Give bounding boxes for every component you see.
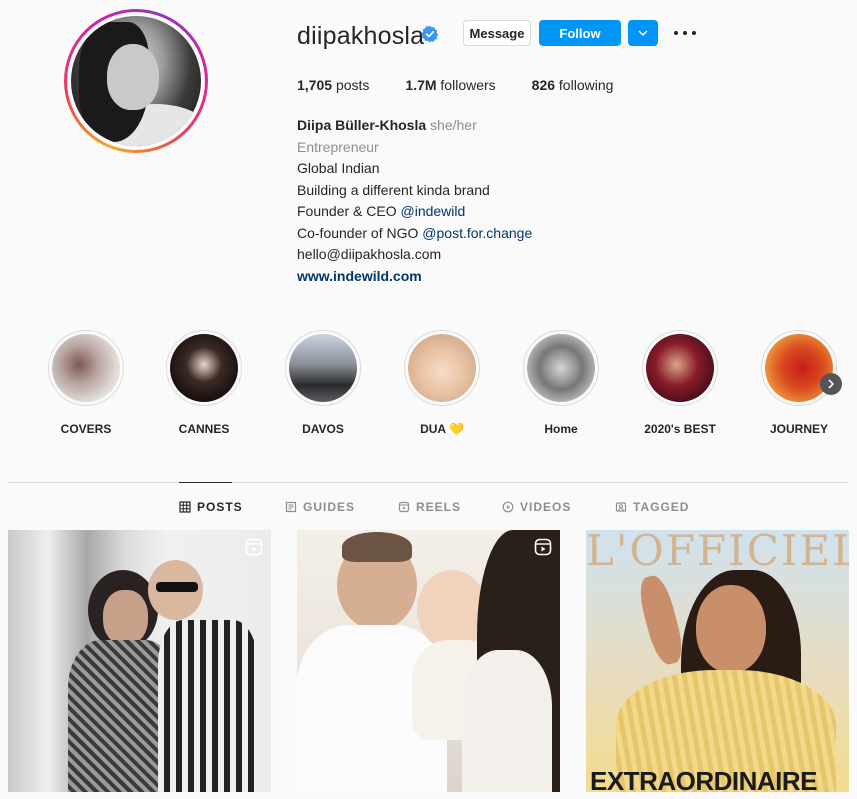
chevron-right-icon [828, 379, 835, 389]
stat-followers[interactable]: 1.7M followers [405, 77, 495, 93]
verified-badge-icon [421, 25, 439, 43]
profile-bio: Diipa Büller-Khosla she/her Entrepreneur… [297, 115, 532, 287]
highlights-next-button[interactable] [820, 373, 842, 395]
post-thumbnail[interactable]: L'OFFICIEL EXTRAORDINAIRE [586, 530, 849, 792]
highlight-label: CANNES [178, 422, 230, 436]
chevron-down-icon [638, 30, 648, 37]
mention-link[interactable]: @post.for.change [422, 225, 532, 241]
highlight-label: JOURNEY [769, 422, 828, 436]
tab-guides[interactable]: GUIDES [285, 500, 355, 514]
more-options-icon[interactable] [674, 20, 696, 46]
tab-tagged[interactable]: TAGGED [615, 500, 689, 514]
full-name: Diipa Büller-Khosla [297, 117, 427, 133]
grid-icon [179, 501, 191, 513]
highlight-item[interactable]: Home [516, 330, 606, 436]
highlight-label: DUA 💛 [420, 422, 464, 436]
follow-button[interactable]: Follow [539, 20, 621, 46]
tagged-icon [615, 502, 627, 512]
tabs-divider [8, 482, 849, 483]
tab-posts[interactable]: POSTS [179, 500, 243, 514]
cover-headline: EXTRAORDINAIRE [590, 766, 818, 792]
highlight-label: Home [544, 422, 578, 436]
post-thumbnail[interactable] [297, 530, 560, 792]
highlight-item[interactable]: COVERS [41, 330, 131, 436]
stat-following[interactable]: 826 following [532, 77, 614, 93]
post-thumbnail[interactable] [8, 530, 271, 792]
reel-icon [245, 538, 263, 556]
profile-stats: 1,705 posts 1.7M followers 826 following [297, 77, 613, 93]
magazine-masthead: L'OFFICIEL [586, 530, 849, 575]
profile-avatar[interactable] [64, 9, 208, 153]
tab-videos[interactable]: VIDEOS [502, 500, 571, 514]
highlight-label: COVERS [60, 422, 112, 436]
tab-reels[interactable]: REELS [398, 500, 461, 514]
username: diipakhosla [297, 22, 425, 50]
video-icon [502, 501, 514, 513]
reels-icon [398, 501, 410, 513]
suggested-dropdown-button[interactable] [628, 20, 658, 46]
bio-line: Founder & CEO [297, 203, 401, 219]
message-button[interactable]: Message [463, 20, 531, 46]
category: Entrepreneur [297, 138, 379, 155]
bio-line: Co-founder of NGO [297, 224, 423, 241]
bio-line: Global Indian [297, 160, 380, 176]
active-tab-indicator [179, 482, 232, 483]
stat-posts: 1,705 posts [297, 77, 370, 93]
highlight-item[interactable]: DAVOS [278, 330, 368, 436]
pronouns: she/her [430, 117, 477, 133]
highlight-item[interactable]: CANNES [159, 330, 249, 436]
highlight-label: 2020's BEST [644, 422, 716, 436]
guides-icon [285, 501, 297, 513]
bio-email: hello@diipakhosla.com [297, 246, 442, 262]
highlight-label: DAVOS [302, 422, 344, 436]
mention-link[interactable]: @indewild [401, 203, 466, 219]
website-link[interactable]: www.indewild.com [297, 266, 532, 288]
highlight-item[interactable]: 2020's BEST [635, 330, 725, 436]
reel-icon [534, 538, 552, 556]
bio-line: Building a different kinda brand [297, 181, 490, 198]
highlight-item[interactable]: DUA 💛 [397, 330, 487, 436]
